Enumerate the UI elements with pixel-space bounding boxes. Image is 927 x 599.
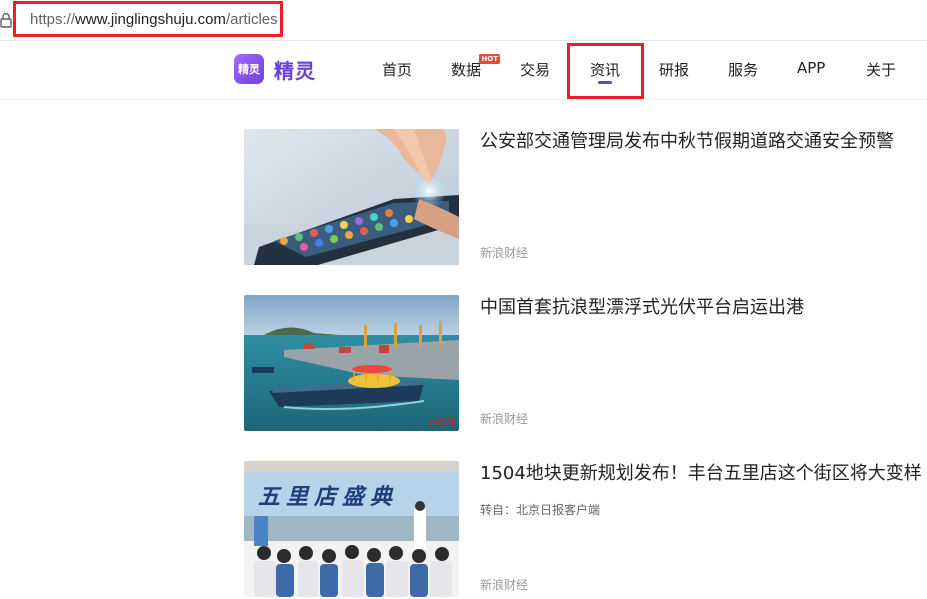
nav-item-app[interactable]: APP xyxy=(797,59,825,77)
smartphone-apps-image[interactable] xyxy=(244,129,459,265)
nav-item-trade[interactable]: 交易 xyxy=(520,59,550,80)
hot-badge: HOT xyxy=(479,54,501,64)
article-item[interactable]: 中新网 中国首套抗浪型漂浮式光伏平台启运出港 新浪财经 xyxy=(244,295,924,431)
conference-audience-image[interactable]: 五里店盛典 xyxy=(244,461,459,597)
watermark-text: 中新网 xyxy=(425,418,455,429)
article-source: 新浪财经 xyxy=(480,412,529,426)
url-input[interactable]: https://www.jinglingshuju.com/articles xyxy=(30,11,278,28)
lock-icon[interactable] xyxy=(0,12,12,28)
nav-item-data[interactable]: 数据 HOT xyxy=(451,54,501,80)
article-item[interactable]: 五里店盛典 1504地块更新规划发布！丰台五里店这个街区将大变样 转自：北京日报… xyxy=(244,461,924,597)
article-source: 新浪财经 xyxy=(480,578,529,592)
nav-item-services[interactable]: 服务 xyxy=(728,59,758,80)
nav-item-home[interactable]: 首页 xyxy=(382,59,412,80)
harbor-barge-image[interactable]: 中新网 xyxy=(244,295,459,431)
nav-highlight-box xyxy=(567,43,644,99)
article-title[interactable]: 中国首套抗浪型漂浮式光伏平台启运出港 xyxy=(480,295,804,321)
logo-text: 精灵 xyxy=(274,58,316,83)
nav-item-data-label: 数据 xyxy=(451,61,482,79)
nav-item-about[interactable]: 关于 xyxy=(866,59,896,80)
article-item[interactable]: 公安部交通管理局发布中秋节假期道路交通安全预警 新浪财经 xyxy=(244,129,924,265)
nav-item-reports[interactable]: 研报 xyxy=(659,59,689,80)
article-title[interactable]: 1504地块更新规划发布！丰台五里店这个街区将大变样 xyxy=(480,461,922,487)
logo-badge-icon: 精灵 xyxy=(234,54,264,84)
url-path: /articles xyxy=(225,11,278,28)
article-title[interactable]: 公安部交通管理局发布中秋节假期道路交通安全预警 xyxy=(480,129,894,155)
banner-text: 五里店盛典 xyxy=(258,485,399,510)
site-header: 精灵 精灵 首页 数据 HOT 交易 资讯 研报 服务 APP 关于 xyxy=(0,41,927,100)
url-host: www.jinglingshuju.com xyxy=(75,11,226,28)
article-source: 新浪财经 xyxy=(480,246,529,260)
browser-address-bar: https://www.jinglingshuju.com/articles xyxy=(0,0,927,41)
url-scheme: https:// xyxy=(30,11,76,28)
article-repost-info: 转自：北京日报客户端 xyxy=(480,503,601,517)
site-logo[interactable]: 精灵 精灵 xyxy=(234,54,316,84)
